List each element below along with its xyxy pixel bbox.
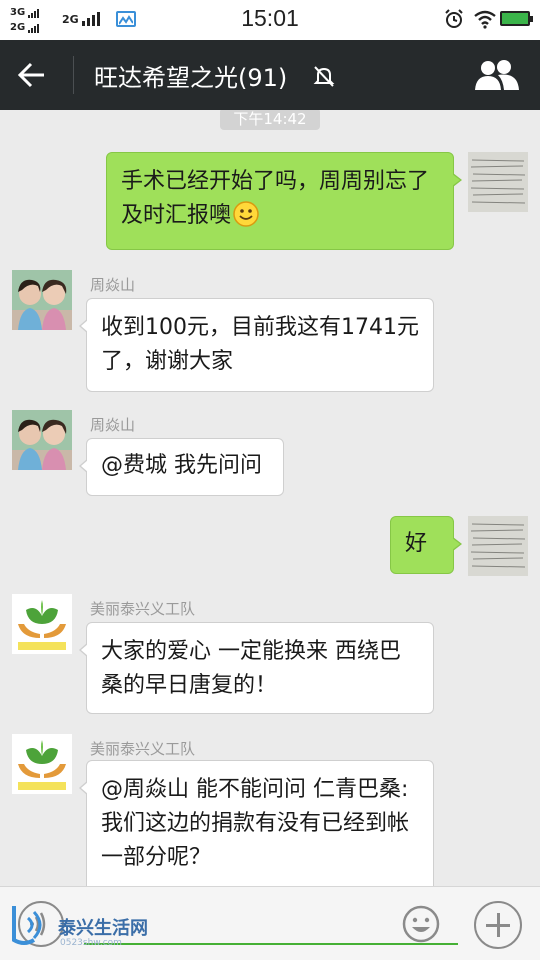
back-button[interactable]: [16, 58, 56, 92]
received-message-bubble[interactable]: 收到100元，目前我这有1741元了，谢谢大家: [79, 298, 434, 392]
watermark-logo-icon: [12, 906, 42, 945]
message-text: 大家的爱心 一定能换来 西绕巴桑的早日唐复的！: [101, 639, 401, 698]
sender-name: 美丽泰兴义工队: [90, 600, 196, 618]
chat-title: 旺达希望之光(91): [94, 64, 288, 92]
received-message-bubble[interactable]: @费城 我先问问: [79, 438, 284, 496]
sender-name: 美丽泰兴义工队: [90, 740, 196, 758]
received-message-bubble[interactable]: 大家的爱心 一定能换来 西绕巴桑的早日唐复的！: [79, 622, 434, 714]
watermark-text: 泰兴生活网: [58, 918, 148, 939]
message-text: 好: [405, 531, 428, 556]
message-timestamp: 下午14:42: [220, 110, 320, 130]
sender-name: 周焱山: [90, 276, 136, 294]
photo-avatar-image: [12, 410, 72, 470]
sender-name: 周焱山: [90, 416, 136, 434]
back-arrow-icon: [17, 62, 44, 88]
my-avatar[interactable]: [468, 516, 528, 576]
sender-avatar[interactable]: [12, 594, 72, 654]
group-members-icon: [475, 60, 519, 90]
site-watermark: 泰兴生活网 0523shw.com: [6, 900, 176, 952]
status-bar: 3G 2G 2G 15:01: [0, 0, 540, 40]
plus-icon[interactable]: [474, 901, 522, 949]
sent-message-bubble[interactable]: 手术已经开始了吗，周周别忘了及时汇报噢: [106, 152, 462, 250]
volunteer-logo-avatar: [12, 594, 72, 654]
sender-avatar[interactable]: [12, 270, 72, 330]
smile-emoji-icon: [233, 201, 259, 227]
message-text: 收到100元，目前我这有1741元了，谢谢大家: [101, 315, 419, 374]
message-text: @周焱山 能不能问问 仁青巴桑:我们这边的捐款有没有已经到帐一部分呢？: [101, 777, 410, 870]
my-avatar[interactable]: [468, 152, 528, 212]
handwriting-avatar-image: [468, 152, 528, 212]
volunteer-logo-avatar: [12, 734, 72, 794]
message-list[interactable]: 下午14:42 手术已经开始了吗，周周别忘了及时汇报噢 周焱山 收到100元，目…: [0, 110, 540, 886]
watermark-url: 0523shw.com: [60, 938, 122, 948]
chat-title-bar: 旺达希望之光(91): [0, 40, 540, 110]
alarm-icon: [445, 9, 463, 28]
emoji-icon[interactable]: [402, 905, 440, 943]
handwriting-avatar-image: [468, 516, 528, 576]
mute-bell-icon: [313, 66, 335, 87]
title-divider: [73, 56, 74, 94]
wifi-icon: [474, 10, 496, 29]
received-message-bubble[interactable]: @周焱山 能不能问问 仁青巴桑:我们这边的捐款有没有已经到帐一部分呢？: [79, 760, 434, 886]
battery-charging-icon: [500, 11, 533, 26]
sender-avatar[interactable]: [12, 410, 72, 470]
photo-avatar-image: [12, 270, 72, 330]
message-text: 手术已经开始了吗，周周别忘了及时汇报噢: [121, 169, 430, 228]
message-text: @费城 我先问问: [101, 453, 262, 478]
sender-avatar[interactable]: [12, 734, 72, 794]
sent-message-bubble[interactable]: 好: [390, 516, 462, 574]
group-info-button[interactable]: [474, 58, 522, 94]
